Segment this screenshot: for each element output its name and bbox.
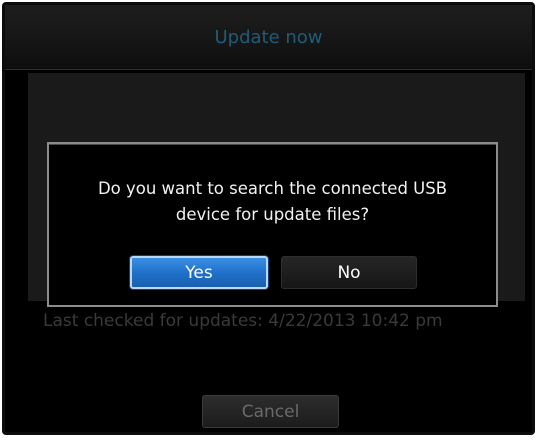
modal-message: Do you want to search the connected USB …: [49, 176, 496, 228]
last-checked-text: Last checked for updates: 4/22/2013 10:4…: [43, 311, 443, 331]
dialog-title: Update now: [214, 27, 323, 48]
modal-top-divider: [49, 144, 496, 145]
modal-message-line-1: Do you want to search the connected USB: [97, 179, 448, 198]
yes-button[interactable]: Yes: [130, 256, 268, 289]
cancel-button[interactable]: Cancel: [202, 395, 339, 428]
title-bar: Update now: [5, 5, 532, 70]
usb-search-modal: Do you want to search the connected USB …: [47, 142, 498, 307]
no-button[interactable]: No: [281, 256, 417, 289]
modal-message-line-2: device for update files?: [175, 205, 370, 224]
